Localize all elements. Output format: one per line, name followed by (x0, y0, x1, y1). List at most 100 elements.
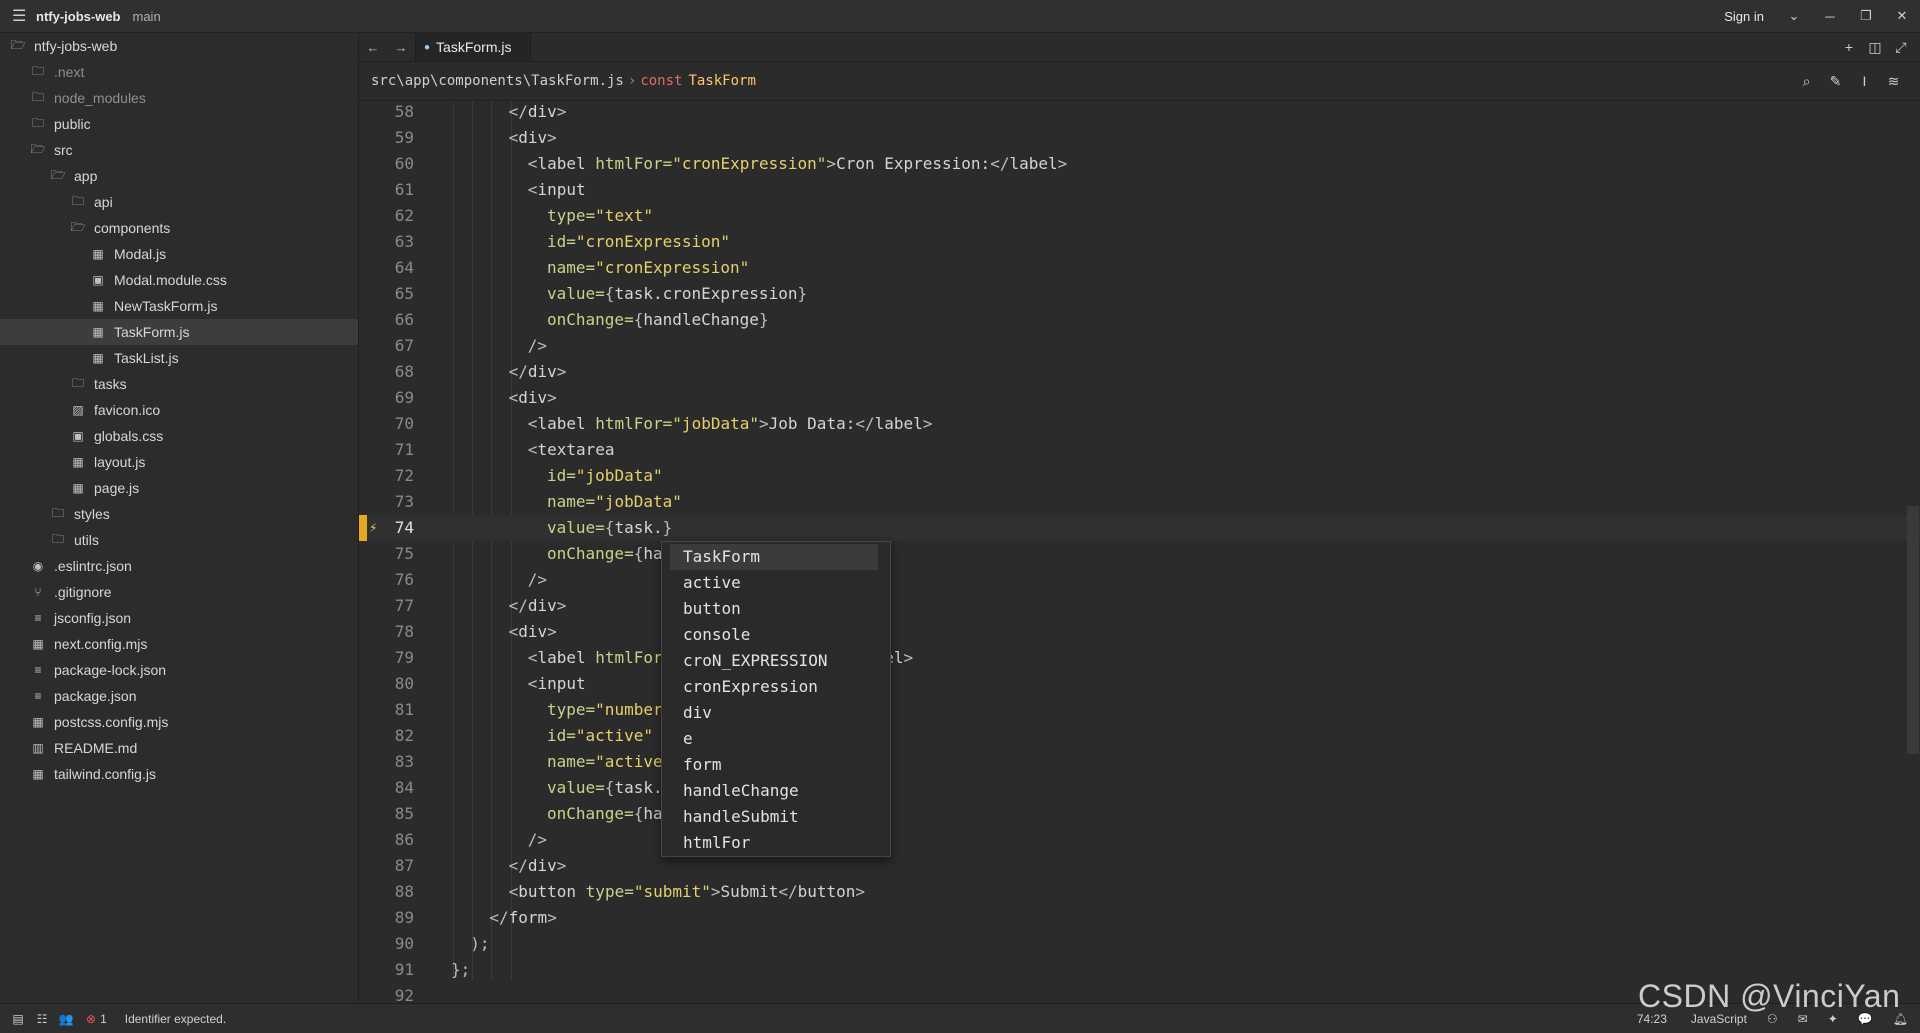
code-line[interactable]: 69 <div> (359, 385, 1920, 411)
sidebar-item[interactable]: 🗀 styles (0, 501, 358, 527)
tab-taskform[interactable]: ● TaskForm.js (415, 33, 531, 61)
autocomplete-item[interactable]: handleSubmit (662, 804, 890, 830)
chevron-down-icon[interactable]: ⌄ (1776, 8, 1812, 24)
branch-name[interactable]: main (133, 9, 161, 24)
minimize-icon[interactable]: ─ (1812, 9, 1848, 24)
sliders-icon[interactable]: ≋ (1879, 73, 1908, 90)
sidebar-item[interactable]: 🗁 components (0, 215, 358, 241)
code-line[interactable]: 65 value={task.cronExpression} (359, 281, 1920, 307)
code-line[interactable]: 76 /> (359, 567, 1920, 593)
code-line[interactable]: 59 <div> (359, 125, 1920, 151)
autocomplete-item[interactable]: button (662, 596, 890, 622)
code-line[interactable]: 90); (359, 931, 1920, 957)
code-line[interactable]: 78 <div> (359, 619, 1920, 645)
sidebar-item[interactable]: ≡ jsconfig.json (0, 605, 358, 631)
sidebar-item[interactable]: ▥ README.md (0, 735, 358, 761)
code-line[interactable]: 86 /> (359, 827, 1920, 853)
code-line[interactable]: ⚡ 74 value={task.} (359, 515, 1920, 541)
code-line[interactable]: 67 /> (359, 333, 1920, 359)
code-line[interactable]: 82 id="active" (359, 723, 1920, 749)
sidebar-item[interactable]: 🗀 node_modules (0, 85, 358, 111)
sidebar-item[interactable]: 🗁 app (0, 163, 358, 189)
code-line[interactable]: 87 </div> (359, 853, 1920, 879)
sidebar-item[interactable]: ▦ TaskList.js (0, 345, 358, 371)
sidebar-item[interactable]: ▦ TaskForm.js (0, 319, 358, 345)
sidebar-item[interactable]: ≡ package-lock.json (0, 657, 358, 683)
error-icon[interactable]: ⊗ (86, 1012, 96, 1026)
code-line[interactable]: 77 </div> (359, 593, 1920, 619)
sidebar-item[interactable]: ≡ package.json (0, 683, 358, 709)
editor-scrollbar[interactable] (1907, 506, 1919, 754)
code-line[interactable]: 81 type="number (359, 697, 1920, 723)
code-line[interactable]: 58 </div> (359, 101, 1920, 125)
sidebar-item[interactable]: ▦ tailwind.config.js (0, 761, 358, 787)
code-line[interactable]: 89 </form> (359, 905, 1920, 931)
code-line[interactable]: 68 </div> (359, 359, 1920, 385)
autocomplete-item[interactable]: croN_EXPRESSION (662, 648, 890, 674)
diagnostic-message[interactable]: Identifier expected. (125, 1012, 226, 1026)
sidebar-item[interactable]: 🗀 .next (0, 59, 358, 85)
sidebar-item[interactable]: ▨ favicon.ico (0, 397, 358, 423)
autocomplete-item[interactable]: e (662, 726, 890, 752)
breadcrumb-path[interactable]: src\app\components\TaskForm.js (371, 73, 624, 89)
code-line[interactable]: 72 id="jobData" (359, 463, 1920, 489)
sidebar-item[interactable]: ▦ NewTaskForm.js (0, 293, 358, 319)
code-line[interactable]: 73 name="jobData" (359, 489, 1920, 515)
text-cursor-icon[interactable]: I (1850, 73, 1879, 89)
code-line[interactable]: 83 name="active (359, 749, 1920, 775)
sidebar-item[interactable]: ◉ .eslintrc.json (0, 553, 358, 579)
autocomplete-item[interactable]: cronExpression (662, 674, 890, 700)
code-line[interactable]: 71 <textarea (359, 437, 1920, 463)
autocomplete-item[interactable]: active (662, 570, 890, 596)
code-line[interactable]: 80 <input (359, 671, 1920, 697)
autocomplete-item[interactable]: handleChange (662, 778, 890, 804)
sidebar-item[interactable]: 🗀 api (0, 189, 358, 215)
sidebar-item[interactable]: ▣ globals.css (0, 423, 358, 449)
hamburger-menu-icon[interactable]: ☰ (12, 6, 26, 26)
autocomplete-item[interactable]: htmlFor (662, 830, 890, 856)
code-line[interactable]: 64 name="cronExpression" (359, 255, 1920, 281)
autocomplete-item[interactable]: console (662, 622, 890, 648)
forward-arrow-icon[interactable]: → (387, 40, 415, 55)
code-line[interactable]: 88 <button type="submit">Submit</button> (359, 879, 1920, 905)
code-line[interactable]: 63 id="cronExpression" (359, 229, 1920, 255)
autocomplete-item[interactable]: form (662, 752, 890, 778)
sidebar-item[interactable]: 🗀 utils (0, 527, 358, 553)
sidebar-item[interactable]: ▣ Modal.module.css (0, 267, 358, 293)
code-line[interactable]: 62 type="text" (359, 203, 1920, 229)
code-line[interactable]: 66 onChange={handleChange} (359, 307, 1920, 333)
autocomplete-item[interactable]: TaskForm (670, 544, 878, 570)
sidebar-item[interactable]: 🗀 public (0, 111, 358, 137)
split-pane-icon[interactable]: ◫ (1862, 39, 1888, 56)
restore-icon[interactable]: ❐ (1848, 8, 1884, 24)
search-icon[interactable]: ⌕ (1792, 73, 1821, 90)
code-line[interactable]: 79<label htmlFor ):</label> (359, 645, 1920, 671)
code-line[interactable]: 84 value={task. (359, 775, 1920, 801)
outline-icon[interactable]: ☷ (30, 1012, 54, 1026)
sidebar-item[interactable]: 🗁 src (0, 137, 358, 163)
code-line[interactable]: 60 <label htmlFor="cronExpression">Cron E… (359, 151, 1920, 177)
code-line[interactable]: 75 onChange={ha (359, 541, 1920, 567)
close-icon[interactable]: ✕ (1884, 8, 1920, 24)
sign-in-button[interactable]: Sign in (1724, 9, 1764, 24)
autocomplete-item[interactable]: div (662, 700, 890, 726)
sidebar-item[interactable]: ▦ next.config.mjs (0, 631, 358, 657)
sidebar-item[interactable]: ⑂ .gitignore (0, 579, 358, 605)
breadcrumb-symbol[interactable]: TaskForm (688, 73, 755, 89)
code-line[interactable]: 85 onChange={ha (359, 801, 1920, 827)
project-panel-icon[interactable]: ▤ (6, 1012, 30, 1026)
error-count[interactable]: 1 (100, 1012, 107, 1026)
sidebar-item[interactable]: ▦ postcss.config.mjs (0, 709, 358, 735)
code-editor[interactable]: 58 </div> 59 <div> 60 <label htmlFor="cronExp… (359, 101, 1920, 1002)
magic-wand-icon[interactable]: ✎ (1821, 73, 1850, 90)
project-name[interactable]: ntfy-jobs-web (36, 9, 121, 24)
maximize-icon[interactable]: ⤢ (1888, 39, 1914, 56)
sidebar-item[interactable]: ▦ page.js (0, 475, 358, 501)
sidebar-item[interactable]: 🗀 tasks (0, 371, 358, 397)
code-line[interactable]: 70 <label htmlFor="jobData">Job Data:</la… (359, 411, 1920, 437)
sidebar-item[interactable]: ▦ layout.js (0, 449, 358, 475)
collaborators-icon[interactable]: 👥 (54, 1012, 78, 1026)
back-arrow-icon[interactable]: ← (359, 40, 387, 55)
project-root[interactable]: 🗁 ntfy-jobs-web (0, 33, 358, 59)
code-line[interactable]: 61 <input (359, 177, 1920, 203)
